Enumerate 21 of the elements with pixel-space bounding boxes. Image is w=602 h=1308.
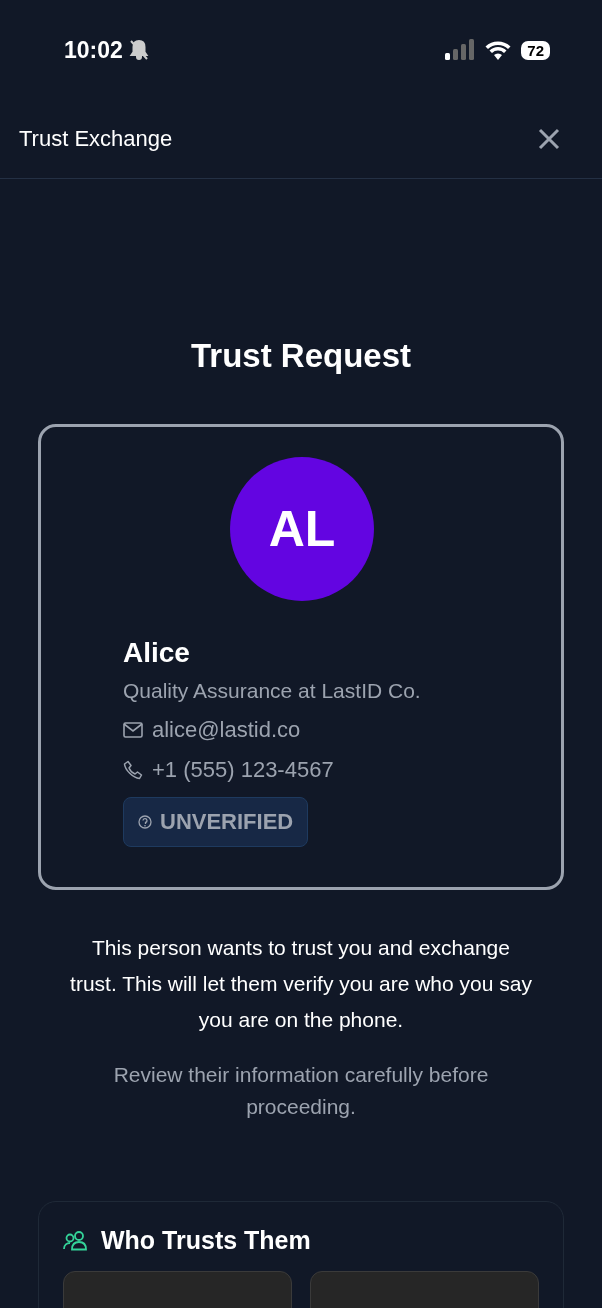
close-icon[interactable] [538, 128, 560, 150]
contact-role: Quality Assurance at LastID Co. [123, 679, 422, 703]
people-icon [63, 1230, 89, 1251]
request-message: This person wants to trust you and exchange trust. This will let them verify you are who you say you are on the phone. [69, 935, 533, 1033]
avatar-initials: AL [230, 457, 374, 601]
status-time: 10:02 [64, 36, 123, 64]
signal-icon [445, 39, 476, 61]
screen-title: Trust Exchange [19, 126, 173, 152]
battery-level: 72 [521, 40, 550, 60]
phone-icon [123, 760, 143, 780]
question-icon [138, 815, 152, 829]
badge-label: UNVERIFIED [160, 809, 294, 835]
contact-name: Alice [123, 637, 191, 669]
mail-icon [123, 722, 143, 738]
wifi-icon [485, 40, 512, 60]
section-title: Who Trusts Them [101, 1226, 311, 1255]
page-title: Trust Request [189, 339, 412, 372]
muted-bell-icon [128, 39, 149, 61]
contact-phone: +1 (555) 123-4567 [152, 757, 334, 783]
contact-email: alice@lastid.co [152, 717, 301, 743]
review-note: Review their information carefully before proceeding. [112, 1062, 490, 1120]
